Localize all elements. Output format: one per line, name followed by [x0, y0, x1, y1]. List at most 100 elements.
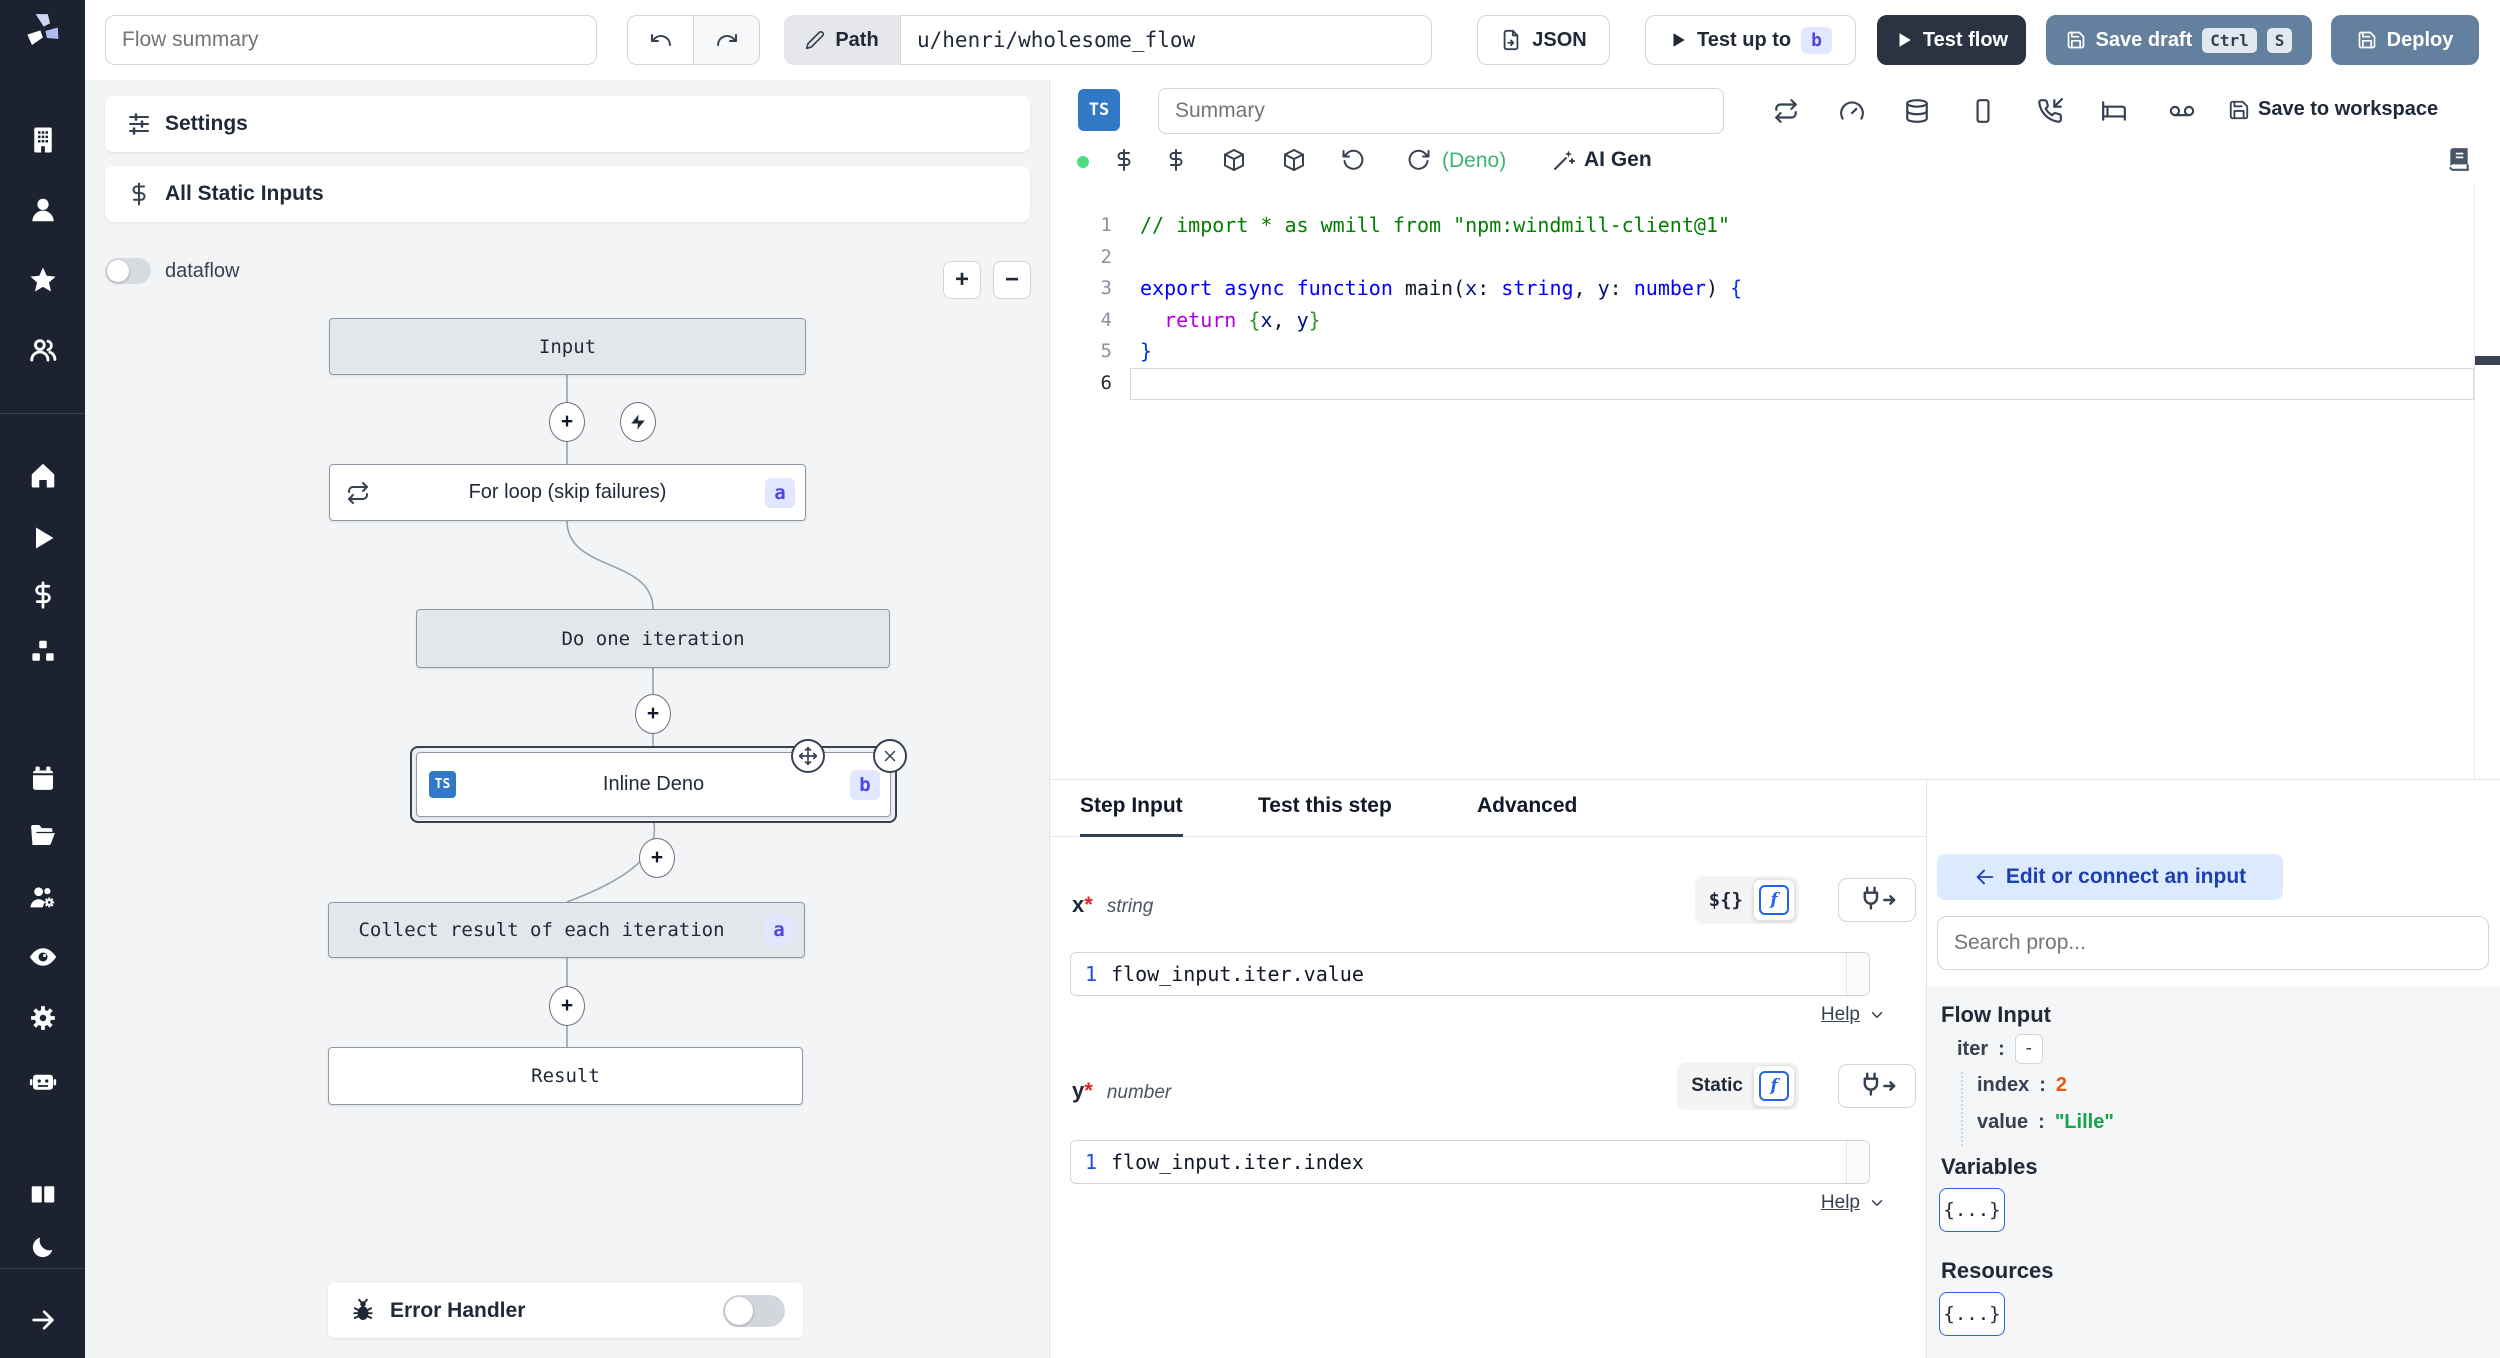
cache-database-icon[interactable]: [1904, 98, 1930, 124]
sidebar-item-groups-cog-icon[interactable]: [27, 882, 59, 914]
add-step-button[interactable]: +: [635, 694, 671, 734]
sidebar-item-schedules-calendar-icon[interactable]: [27, 762, 59, 794]
mini-editor-scrollbar[interactable]: [1846, 953, 1869, 995]
move-node-handle[interactable]: [791, 739, 825, 773]
tree-value-index[interactable]: 2: [2056, 1074, 2067, 1097]
path-input[interactable]: [900, 15, 1432, 65]
ai-gen-button[interactable]: AI Gen: [1552, 148, 1652, 172]
sidebar-item-star-icon[interactable]: [27, 264, 59, 296]
undo-button[interactable]: [627, 15, 694, 65]
error-handler-toggle[interactable]: [723, 1294, 785, 1327]
sidebar-item-user-icon[interactable]: [27, 194, 59, 226]
test-flow-button[interactable]: Test flow: [1877, 15, 2026, 65]
sidebar-item-robot-icon[interactable]: [27, 1065, 59, 1097]
flow-node-collect[interactable]: Collect result of each iteration a: [328, 902, 805, 958]
suspend-voicemail-icon[interactable]: [2169, 98, 2195, 124]
field-x-connect-button[interactable]: [1838, 878, 1916, 922]
redo-button[interactable]: [693, 15, 760, 65]
sidebar-item-eye-icon[interactable]: [27, 941, 59, 973]
tab-step-input[interactable]: Step Input: [1080, 794, 1183, 837]
flow-node-result[interactable]: Result: [328, 1047, 803, 1105]
test-up-to-button[interactable]: Test up to b: [1645, 15, 1856, 65]
json-button[interactable]: JSON: [1477, 15, 1610, 65]
code-lines[interactable]: // import * as wmill from "npm:windmill-…: [1134, 210, 2472, 399]
path-edit-button[interactable]: Path: [784, 15, 900, 65]
save-draft-button[interactable]: Save draft Ctrl S: [2046, 15, 2312, 65]
tab-test-this-step[interactable]: Test this step: [1258, 794, 1392, 832]
flow-node-input[interactable]: Input: [329, 318, 806, 375]
field-y-expression[interactable]: flow_input.iter.index: [1111, 1150, 1846, 1174]
tree-value-value[interactable]: "Lille": [2055, 1111, 2114, 1134]
tree-collapse-button[interactable]: -: [2014, 1034, 2043, 1064]
step-summary-input[interactable]: [1158, 88, 1724, 134]
add-step-button[interactable]: +: [549, 402, 585, 442]
deploy-button[interactable]: Deploy: [2331, 15, 2479, 65]
tree-row-iter[interactable]: iter : -: [1957, 1034, 2043, 1064]
edit-or-connect-button[interactable]: Edit or connect an input: [1937, 854, 2283, 900]
package-icon[interactable]: [1282, 148, 1306, 172]
refresh-icon[interactable]: [1406, 148, 1430, 172]
search-prop-input[interactable]: [1937, 916, 2489, 970]
assets-dollar-icon[interactable]: [1164, 148, 1188, 172]
zoom-in-button[interactable]: +: [943, 261, 981, 299]
rotate-ccw-icon[interactable]: [1342, 148, 1366, 172]
sidebar-collapse-arrow-icon[interactable]: [27, 1304, 59, 1336]
variables-object-button[interactable]: {...}: [1939, 1188, 2005, 1232]
add-step-button[interactable]: +: [639, 838, 675, 878]
field-x-help-link[interactable]: Help: [1821, 1004, 1886, 1026]
concurrency-gauge-icon[interactable]: [1839, 98, 1865, 124]
flow-node-iteration[interactable]: Do one iteration: [416, 609, 890, 668]
tree-key-iter[interactable]: iter: [1957, 1038, 1988, 1061]
library-book-icon[interactable]: [2446, 146, 2472, 172]
editor-scrollbar[interactable]: [2474, 182, 2500, 780]
sidebar-item-runs-play-icon[interactable]: [27, 522, 59, 554]
resources-object-button[interactable]: {...}: [1939, 1292, 2005, 1336]
mode-javascript-chip[interactable]: f: [1753, 879, 1795, 921]
timeout-smartphone-icon[interactable]: [1970, 98, 1996, 124]
add-step-button[interactable]: +: [549, 986, 585, 1026]
all-static-inputs-button[interactable]: All Static Inputs: [105, 166, 1030, 222]
mini-editor-scrollbar[interactable]: [1846, 1141, 1869, 1183]
save-to-workspace-button[interactable]: Save to workspace: [2228, 98, 2438, 121]
delete-node-button[interactable]: [873, 739, 907, 773]
assets-dollar-icon[interactable]: [1112, 148, 1136, 172]
sidebar-item-resources-boxes-icon[interactable]: [27, 636, 59, 668]
sidebar-item-workspace-building-icon[interactable]: [27, 124, 59, 156]
mode-template-label[interactable]: ${}: [1709, 889, 1743, 911]
error-handler-row[interactable]: Error Handler: [328, 1283, 803, 1338]
sidebar-item-settings-gear-icon[interactable]: [27, 1002, 59, 1034]
windmill-logo-icon[interactable]: [22, 10, 62, 50]
field-y-connect-button[interactable]: [1838, 1064, 1916, 1108]
package-icon[interactable]: [1222, 148, 1246, 172]
sidebar-item-variables-dollar-icon[interactable]: [27, 579, 59, 611]
tab-advanced[interactable]: Advanced: [1477, 794, 1577, 832]
tree-row-value[interactable]: value : "Lille": [1977, 1111, 2114, 1134]
sidebar-item-docs-books-icon[interactable]: [27, 1179, 59, 1211]
deno-runtime-label[interactable]: (Deno): [1442, 149, 1506, 173]
prop-tree-section: Flow Input iter : - index : 2 value : "L…: [1927, 986, 2500, 1358]
tree-key-value[interactable]: value: [1977, 1111, 2028, 1134]
flow-settings-button[interactable]: Settings: [105, 96, 1030, 152]
sleep-bed-icon[interactable]: [2101, 98, 2127, 124]
sidebar-item-users-icon[interactable]: [27, 334, 59, 366]
sidebar-item-folders-icon[interactable]: [27, 819, 59, 851]
early-stop-phone-incoming-icon[interactable]: [2037, 98, 2063, 124]
zoom-out-button[interactable]: −: [993, 261, 1031, 299]
flow-summary-input[interactable]: [105, 15, 597, 65]
trigger-zap-button[interactable]: [620, 402, 656, 442]
dataflow-toggle[interactable]: [105, 258, 151, 284]
field-x-expression[interactable]: flow_input.iter.value: [1111, 962, 1846, 986]
mode-static-label[interactable]: Static: [1691, 1075, 1743, 1097]
field-y-mode-toggle[interactable]: Static f: [1677, 1062, 1799, 1110]
retry-repeat-icon[interactable]: [1773, 98, 1799, 124]
flow-node-forloop[interactable]: For loop (skip failures) a: [329, 464, 806, 521]
mode-javascript-chip[interactable]: f: [1753, 1065, 1795, 1107]
field-x-expression-editor[interactable]: 1 flow_input.iter.value: [1070, 952, 1870, 996]
tree-key-index[interactable]: index: [1977, 1074, 2029, 1097]
field-y-expression-editor[interactable]: 1 flow_input.iter.index: [1070, 1140, 1870, 1184]
field-y-help-link[interactable]: Help: [1821, 1192, 1886, 1214]
sidebar-item-dark-mode-moon-icon[interactable]: [27, 1231, 59, 1263]
tree-row-index[interactable]: index : 2: [1977, 1074, 2067, 1097]
sidebar-item-home-icon[interactable]: [27, 459, 59, 491]
field-x-mode-toggle[interactable]: ${} f: [1694, 876, 1799, 924]
